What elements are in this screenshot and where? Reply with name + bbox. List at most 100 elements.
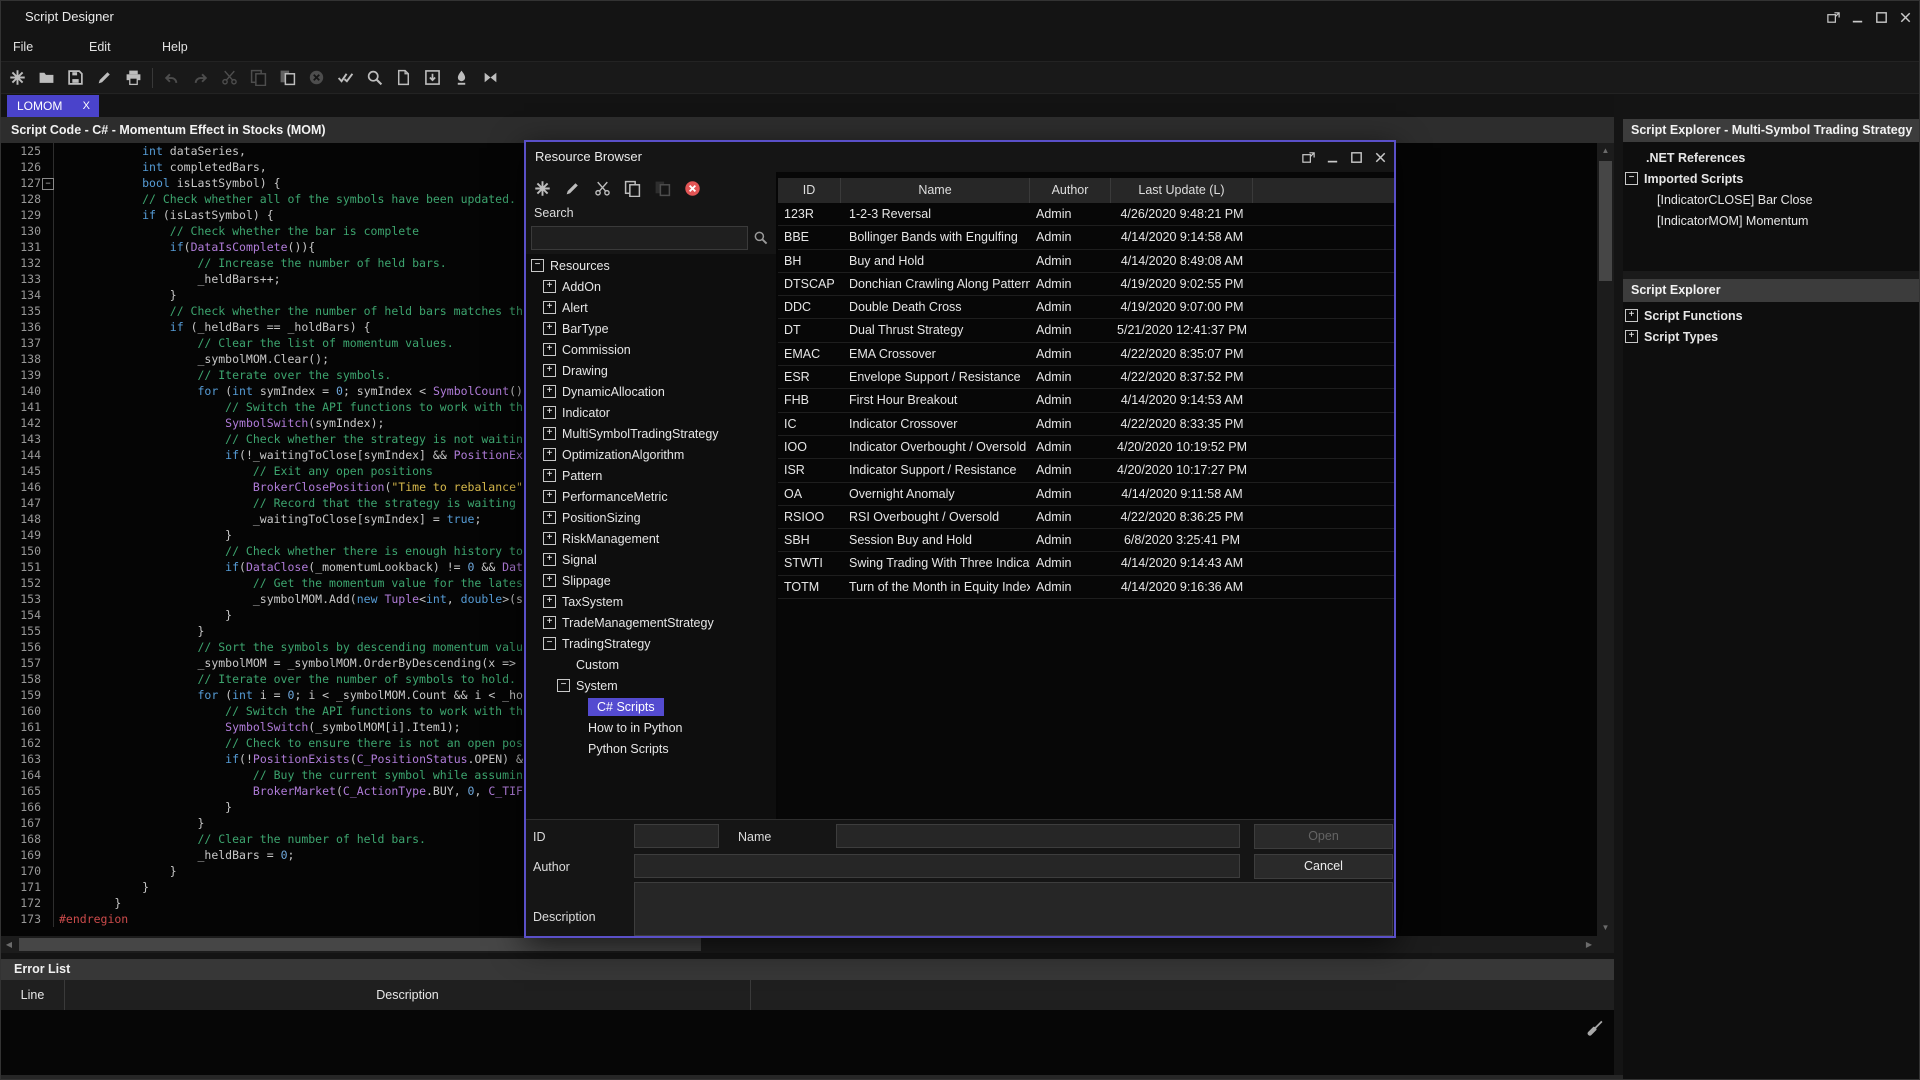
table-row-fhb[interactable]: FHBFirst Hour BreakoutAdmin4/14/2020 9:1… xyxy=(778,389,1394,412)
tree-item-commission[interactable]: +Commission xyxy=(526,339,774,360)
search-icon[interactable] xyxy=(360,65,389,91)
table-row-123r[interactable]: 123R1-2-3 ReversalAdmin4/26/2020 9:48:21… xyxy=(778,203,1394,226)
maximize-icon[interactable] xyxy=(1344,144,1368,170)
author-field[interactable] xyxy=(634,854,1240,878)
expander-plus-icon[interactable]: + xyxy=(543,280,556,293)
tree-item-indicatormom-momentum[interactable]: [IndicatorMOM] Momentum xyxy=(1623,210,1920,231)
maximize-icon[interactable] xyxy=(1869,4,1893,30)
tree-item-tradingstrategy[interactable]: −TradingStrategy xyxy=(526,633,774,654)
tab-close-icon[interactable]: X xyxy=(83,100,90,112)
tree-item-addon[interactable]: +AddOn xyxy=(526,276,774,297)
tree-item-alert[interactable]: +Alert xyxy=(526,297,774,318)
table-row-isr[interactable]: ISRIndicator Support / ResistanceAdmin4/… xyxy=(778,459,1394,482)
column-header-empty[interactable] xyxy=(1253,178,1394,203)
search-icon[interactable] xyxy=(753,230,768,250)
expander-plus-icon[interactable]: + xyxy=(543,322,556,335)
table-row-emac[interactable]: EMACEMA CrossoverAdmin4/22/2020 8:35:07 … xyxy=(778,343,1394,366)
table-row-bbe[interactable]: BBEBollinger Bands with EngulfingAdmin4/… xyxy=(778,226,1394,249)
menu-edit[interactable]: Edit xyxy=(83,33,117,61)
expander-plus-icon[interactable]: + xyxy=(543,574,556,587)
tree-item-drawing[interactable]: +Drawing xyxy=(526,360,774,381)
tree-item-multisymboltradingstrategy[interactable]: +MultiSymbolTradingStrategy xyxy=(526,423,774,444)
column-header-id[interactable]: ID xyxy=(778,178,841,203)
scroll-down-icon[interactable]: ▼ xyxy=(1597,920,1614,936)
table-row-dtscap[interactable]: DTSCAPDonchian Crawling Along PatternAdm… xyxy=(778,273,1394,296)
tree-item-optimizationalgorithm[interactable]: +OptimizationAlgorithm xyxy=(526,444,774,465)
table-row-esr[interactable]: ESREnvelope Support / ResistanceAdmin4/2… xyxy=(778,366,1394,389)
vertical-scrollbar[interactable]: ▲ ▼ xyxy=(1597,143,1614,936)
tab-lomom[interactable]: LOMOM X xyxy=(7,95,99,117)
tree-item-dynamicallocation[interactable]: +DynamicAllocation xyxy=(526,381,774,402)
copy-icon[interactable] xyxy=(617,175,647,201)
screwdriver-icon[interactable] xyxy=(1581,1015,1607,1041)
document-icon[interactable] xyxy=(389,65,418,91)
tree-item-taxsystem[interactable]: +TaxSystem xyxy=(526,591,774,612)
expander-plus-icon[interactable]: + xyxy=(543,616,556,629)
expander-minus-icon[interactable]: − xyxy=(1625,172,1638,185)
column-header-name[interactable]: Name xyxy=(841,178,1030,203)
horizontal-scrollbar[interactable]: ◀ ▶ xyxy=(1,936,1597,953)
table-row-totm[interactable]: TOTMTurn of the Month in Equity IndexesA… xyxy=(778,576,1394,599)
expander-minus-icon[interactable]: − xyxy=(543,637,556,650)
expander-plus-icon[interactable]: + xyxy=(543,343,556,356)
save-icon[interactable] xyxy=(61,65,90,91)
cut-icon[interactable] xyxy=(587,175,617,201)
tree-item-script-functions[interactable]: +Script Functions xyxy=(1623,305,1920,326)
tree-item-trademanagementstrategy[interactable]: +TradeManagementStrategy xyxy=(526,612,774,633)
lamp-icon[interactable] xyxy=(447,65,476,91)
collapse-region-icon[interactable]: − xyxy=(42,178,54,190)
tree-item-how-to-in-python[interactable]: How to in Python xyxy=(526,717,774,738)
validate-icon[interactable] xyxy=(331,65,360,91)
table-row-oa[interactable]: OAOvernight AnomalyAdmin4/14/2020 9:11:5… xyxy=(778,483,1394,506)
dialog-title-bar[interactable]: Resource Browser xyxy=(526,142,1394,172)
table-row-ioo[interactable]: IOOIndicator Overbought / OversoldAdmin4… xyxy=(778,436,1394,459)
tree-item-custom[interactable]: Custom xyxy=(526,654,774,675)
open-folder-icon[interactable] xyxy=(32,65,61,91)
deploy-icon[interactable] xyxy=(476,65,505,91)
scroll-right-icon[interactable]: ▶ xyxy=(1581,936,1597,953)
table-row-ddc[interactable]: DDCDouble Death CrossAdmin4/19/2020 9:07… xyxy=(778,296,1394,319)
edit-pen-icon[interactable] xyxy=(90,65,119,91)
paste-icon[interactable] xyxy=(273,65,302,91)
tree-item-performancemetric[interactable]: +PerformanceMetric xyxy=(526,486,774,507)
menu-help[interactable]: Help xyxy=(156,33,194,61)
table-row-dt[interactable]: DTDual Thrust StrategyAdmin5/21/2020 12:… xyxy=(778,319,1394,342)
expander-plus-icon[interactable]: + xyxy=(1625,309,1638,322)
tree-item-slippage[interactable]: +Slippage xyxy=(526,570,774,591)
expander-plus-icon[interactable]: + xyxy=(543,511,556,524)
tree-item-positionsizing[interactable]: +PositionSizing xyxy=(526,507,774,528)
expander-plus-icon[interactable]: + xyxy=(543,490,556,503)
expander-plus-icon[interactable]: + xyxy=(543,448,556,461)
new-script-icon[interactable] xyxy=(3,65,32,91)
column-header-last-update-l-[interactable]: Last Update (L) xyxy=(1111,178,1253,203)
scroll-left-icon[interactable]: ◀ xyxy=(1,936,17,953)
expander-plus-icon[interactable]: + xyxy=(543,406,556,419)
description-field[interactable] xyxy=(634,882,1393,936)
name-field[interactable] xyxy=(836,824,1240,848)
tree-item-pattern[interactable]: +Pattern xyxy=(526,465,774,486)
edit-pencil-icon[interactable] xyxy=(557,175,587,201)
delete-icon[interactable] xyxy=(677,175,707,201)
tree-item-system[interactable]: −System xyxy=(526,675,774,696)
table-row-sbh[interactable]: SBHSession Buy and HoldAdmin6/8/2020 3:2… xyxy=(778,529,1394,552)
error-list-body[interactable] xyxy=(1,1010,1614,1075)
table-row-rsioo[interactable]: RSIOORSI Overbought / OversoldAdmin4/22/… xyxy=(778,506,1394,529)
expander-plus-icon[interactable]: + xyxy=(543,427,556,440)
new-resource-icon[interactable] xyxy=(527,175,557,201)
column-header-author[interactable]: Author xyxy=(1030,178,1111,203)
error-column-description[interactable]: Description xyxy=(65,980,751,1010)
dock-window-icon[interactable] xyxy=(1296,144,1320,170)
tree-item-imported-scripts[interactable]: −Imported Scripts xyxy=(1623,168,1920,189)
expander-plus-icon[interactable]: + xyxy=(543,469,556,482)
expander-plus-icon[interactable]: + xyxy=(543,364,556,377)
dock-window-icon[interactable] xyxy=(1821,4,1845,30)
tree-item-riskmanagement[interactable]: +RiskManagement xyxy=(526,528,774,549)
minimize-icon[interactable] xyxy=(1320,144,1344,170)
tree-item-resources[interactable]: −Resources xyxy=(526,255,774,276)
id-field[interactable] xyxy=(634,824,719,848)
expander-minus-icon[interactable]: − xyxy=(531,259,544,272)
tree-item-bartype[interactable]: +BarType xyxy=(526,318,774,339)
close-icon[interactable] xyxy=(1893,4,1917,30)
print-icon[interactable] xyxy=(119,65,148,91)
tree-item-indicatorclose-bar-close[interactable]: [IndicatorCLOSE] Bar Close xyxy=(1623,189,1920,210)
